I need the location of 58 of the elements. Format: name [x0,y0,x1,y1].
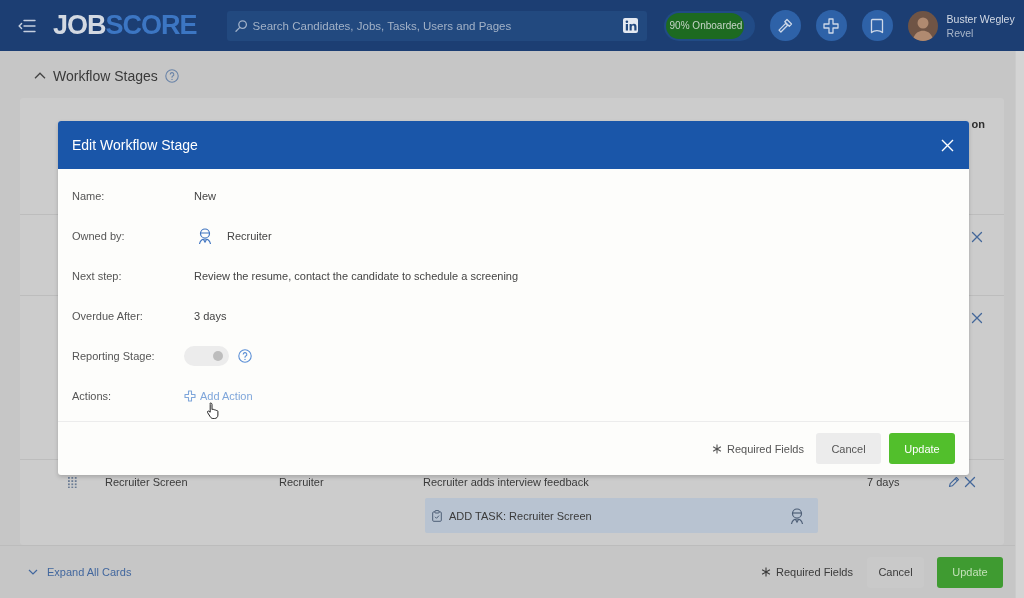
pencil-icon[interactable] [948,476,960,488]
field-label: Reporting Stage: [72,350,156,362]
dialog-title: Edit Workflow Stage [72,137,198,153]
field-label: Owned by: [72,230,126,242]
close-button[interactable] [941,138,954,152]
plus-icon [823,17,840,34]
column-heading: on [971,118,985,131]
book-icon [869,17,886,34]
asterisk-icon [760,567,771,577]
update-button[interactable]: Update [937,556,1003,588]
section-title: Workflow Stages [53,67,158,84]
field-label: Next step: [72,270,123,282]
field-label: Overdue After: [72,310,144,322]
chevron-up-icon[interactable] [34,71,46,80]
add-button[interactable] [815,10,847,41]
next-step: Recruiter adds interview feedback [423,474,589,490]
update-button[interactable]: Update [889,433,955,464]
asterisk-icon [711,443,722,454]
close-icon [941,138,954,152]
x-icon[interactable] [971,312,983,324]
search-field[interactable]: Search Candidates, Jobs, Tasks, Users and Pages [226,10,647,41]
person-icon [789,506,805,525]
required-note: Required Fields [775,566,853,578]
clipboard-icon [432,509,442,522]
menu-icon[interactable] [18,18,36,33]
overdue-after: 7 days [867,475,900,490]
chevron-down-icon [28,568,38,576]
cancel-button[interactable]: Cancel [816,433,881,464]
hand-cursor-icon [206,402,220,419]
brush-button[interactable] [769,10,801,41]
stage-owner: Recruiter [279,475,324,490]
help-icon[interactable] [164,68,179,83]
field-value: Review the resume, contact the candidate to schedule a screening [193,270,519,282]
required-note: Required Fields [726,442,804,455]
user-company: Revel [946,26,975,39]
plus-icon [184,390,196,402]
scrollbar-track[interactable] [1015,51,1024,598]
task-label: ADD TASK: Recruiter Screen [449,509,593,522]
field-label: Actions: [72,390,113,402]
search-icon [234,19,247,32]
user-avatar[interactable] [907,10,938,41]
brush-icon [777,17,794,34]
person-icon [197,227,213,245]
x-icon[interactable] [964,476,976,488]
book-button[interactable] [861,10,893,41]
user-name[interactable]: Buster Wegley [946,12,1015,25]
add-action-link[interactable]: Add Action [184,390,253,402]
onboarding-progress[interactable]: 90% Onboarded [663,10,755,41]
x-icon[interactable] [971,231,983,243]
expand-all-link[interactable]: Expand All Cards [28,566,132,578]
help-icon[interactable] [238,349,252,363]
stage-name: Recruiter Screen [105,475,188,490]
field-value: New [193,190,216,202]
drag-handle-icon[interactable] [68,477,77,488]
app-logo: JOBSCORE [53,12,197,39]
field-label: Name: [72,190,106,202]
field-value: Recruiter [226,230,272,242]
field-value: 3 days [193,310,227,322]
